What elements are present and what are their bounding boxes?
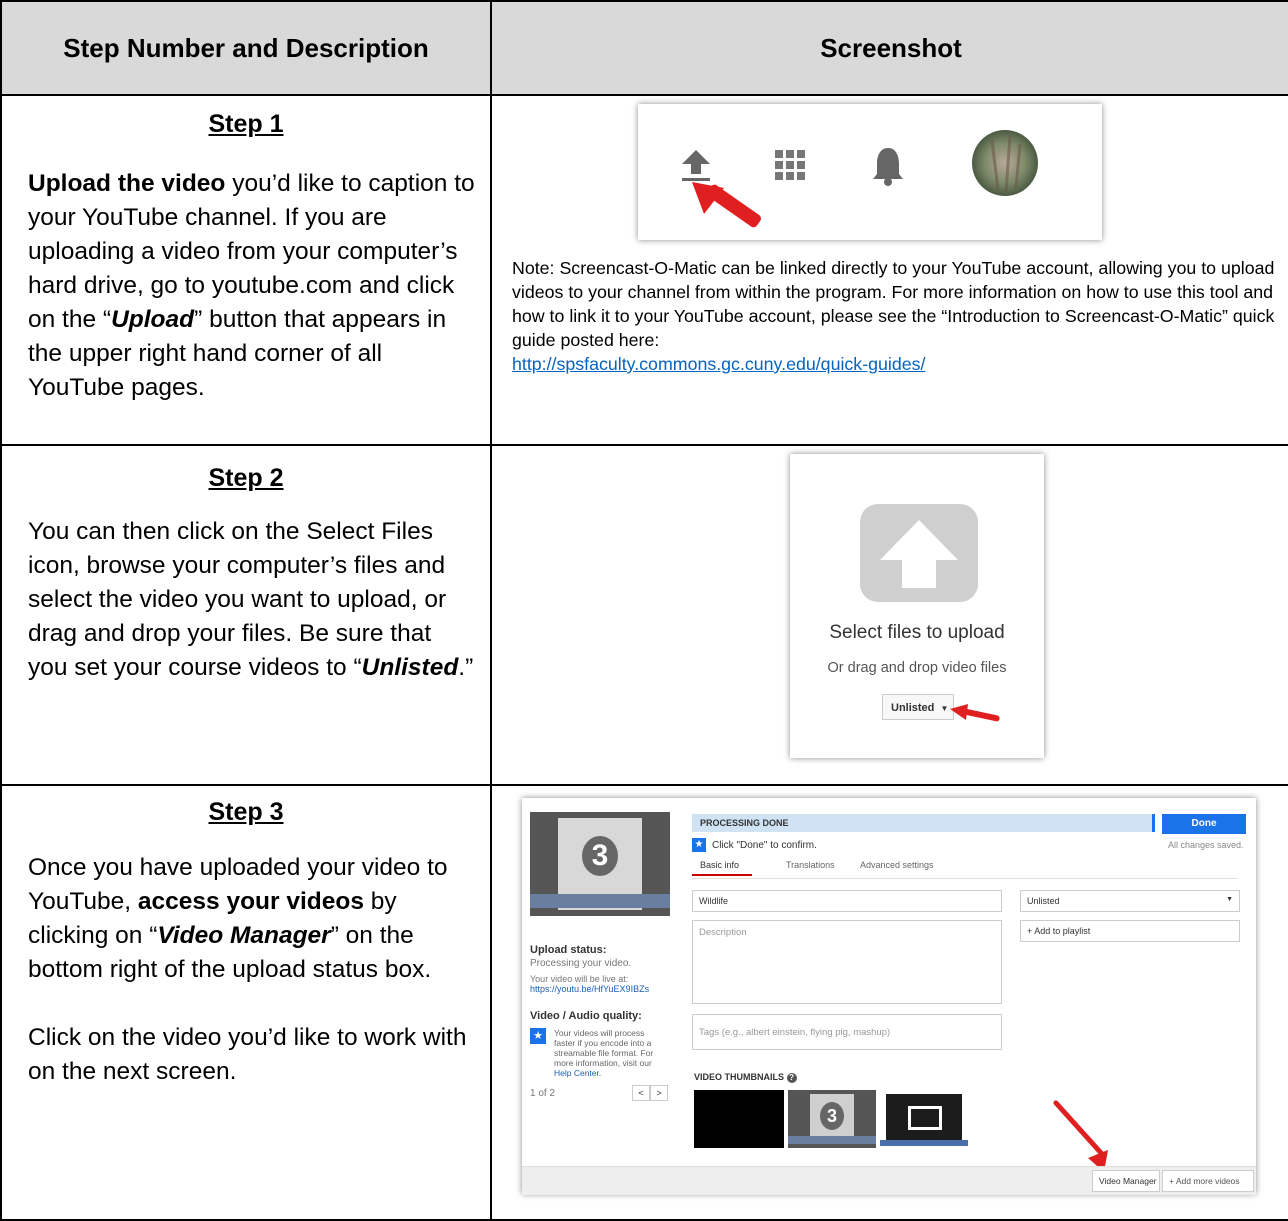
- upload-status-label: Upload status:: [530, 944, 607, 956]
- thumbnail-2-number: 3: [820, 1102, 844, 1130]
- processing-video-text: Processing your video.: [530, 958, 632, 969]
- step1-note: Note: Screencast-O-Matic can be linked d…: [492, 256, 1288, 376]
- thumbnail-3[interactable]: [880, 1090, 968, 1148]
- step1-title: Step 1: [208, 110, 284, 138]
- step1-row: Step 1 Upload the video you’d like to ca…: [0, 94, 1288, 446]
- bell-icon[interactable]: [872, 146, 904, 186]
- tags-placeholder: Tags (e.g., albert einstein, flying pig,…: [699, 1027, 891, 1038]
- header-col-screenshot: Screenshot: [490, 0, 1288, 96]
- help-icon[interactable]: ?: [786, 1073, 797, 1083]
- avatar[interactable]: [972, 130, 1038, 196]
- video-preview: 3: [530, 812, 670, 916]
- step1-description: Upload the video you’d like to caption t…: [2, 167, 490, 405]
- privacy-dropdown[interactable]: Unlisted ▼: [882, 694, 954, 720]
- add-more-videos-label: + Add more videos: [1169, 1176, 1240, 1186]
- title-field-value: Wildlife: [699, 896, 729, 906]
- done-button[interactable]: Done: [1162, 814, 1246, 834]
- tab-basic-info[interactable]: Basic info: [700, 860, 739, 870]
- title-field[interactable]: Wildlife: [692, 890, 1002, 912]
- add-to-playlist-button[interactable]: + Add to playlist: [1020, 920, 1240, 942]
- thumbnail-1[interactable]: [694, 1090, 784, 1148]
- step3-row: Step 3 Once you have uploaded your video…: [0, 784, 1288, 1221]
- thumbnails-label-text: VIDEO THUMBNAILS: [694, 1072, 784, 1082]
- red-arrow-head: [692, 182, 724, 214]
- drag-drop-text: Or drag and drop video files: [827, 660, 1007, 676]
- chevron-down-icon: ▼: [1226, 896, 1233, 903]
- step1-description-cell: Step 1 Upload the video you’d like to ca…: [0, 94, 492, 446]
- description-placeholder: Description: [699, 927, 747, 938]
- processing-done-label: PROCESSING DONE: [700, 818, 789, 828]
- step3-screenshot-cell: 3 Upload status: Processing your video. …: [490, 784, 1288, 1221]
- step2-desc-unlisted: Unlisted: [361, 654, 459, 681]
- step2-desc-b: .”: [458, 654, 474, 681]
- next-page-button[interactable]: >: [650, 1085, 668, 1101]
- live-at-text: Your video will be live at:: [530, 974, 629, 984]
- add-to-playlist-label: + Add to playlist: [1027, 926, 1091, 936]
- step1-desc-bold: Upload the video: [28, 170, 226, 197]
- add-more-videos-button[interactable]: + Add more videos: [1162, 1170, 1254, 1192]
- quality-label: Video / Audio quality:: [530, 1010, 642, 1022]
- tab-advanced-settings[interactable]: Advanced settings: [860, 860, 934, 870]
- youtube-toolbar-screenshot: [638, 104, 1102, 240]
- star-icon: ★: [692, 838, 706, 852]
- help-center-link[interactable]: Help Center.: [554, 1068, 601, 1078]
- video-manager-button[interactable]: Video Manager: [1092, 1170, 1160, 1192]
- privacy-select-value: Unlisted: [1027, 896, 1060, 906]
- chevron-down-icon: ▼: [940, 704, 949, 713]
- video-preview-number: 3: [582, 836, 618, 876]
- select-files-upload-icon[interactable]: [860, 504, 978, 602]
- step3-description-2: Click on the video you’d like to work wi…: [28, 1024, 467, 1085]
- video-manager-label: Video Manager: [1099, 1176, 1157, 1186]
- step1-note-text: Note: Screencast-O-Matic can be linked d…: [512, 258, 1275, 350]
- red-arrow-head: [950, 704, 968, 720]
- upload-status-screenshot: 3 Upload status: Processing your video. …: [522, 798, 1256, 1195]
- step3-description-cell: Step 3 Once you have uploaded your video…: [0, 784, 492, 1221]
- header-row: Step Number and Description Screenshot: [0, 0, 1288, 96]
- quality-note-text: Your videos will process faster if you e…: [554, 1028, 654, 1068]
- step3-desc-bold: access your videos: [137, 888, 364, 915]
- step2-title: Step 2: [208, 464, 284, 492]
- step2-description: You can then click on the Select Files i…: [2, 515, 490, 685]
- step2-row: Step 2 You can then click on the Select …: [0, 444, 1288, 786]
- step3-desc-vm: Video Manager: [157, 922, 331, 949]
- privacy-dropdown-label: Unlisted: [891, 702, 935, 714]
- step2-screenshot-cell: Select files to upload Or drag and drop …: [490, 444, 1288, 786]
- apps-grid-icon[interactable]: [775, 150, 805, 180]
- tabs-divider: [692, 878, 1238, 879]
- step3-description: Once you have uploaded your video to You…: [2, 851, 490, 987]
- step3-title: Step 3: [208, 798, 284, 826]
- prev-page-button[interactable]: <: [632, 1085, 650, 1101]
- confirm-text: Click "Done" to confirm.: [712, 840, 817, 851]
- header-col-description: Step Number and Description: [0, 0, 492, 96]
- tags-field[interactable]: Tags (e.g., albert einstein, flying pig,…: [692, 1014, 1002, 1050]
- upload-icon[interactable]: [680, 148, 712, 182]
- select-files-title: Select files to upload: [829, 622, 1005, 643]
- quality-note: Your videos will process faster if you e…: [554, 1028, 664, 1078]
- guide-table: Step Number and Description Screenshot S…: [0, 0, 1288, 1221]
- tab-translations[interactable]: Translations: [786, 860, 835, 870]
- step1-screenshot-cell: Note: Screencast-O-Matic can be linked d…: [490, 94, 1288, 446]
- active-tab-indicator: [692, 874, 752, 876]
- upload-dialog-screenshot: Select files to upload Or drag and drop …: [790, 454, 1044, 758]
- pager-label: 1 of 2: [530, 1088, 556, 1099]
- saved-text: All changes saved.: [1168, 840, 1244, 850]
- quick-guides-link[interactable]: http://spsfaculty.commons.gc.cuny.edu/qu…: [512, 354, 925, 374]
- star-icon: ★: [530, 1028, 546, 1044]
- video-url-link[interactable]: https://youtu.be/HfYuEX9IBZs: [530, 984, 649, 994]
- processing-bar: PROCESSING DONE: [692, 814, 1155, 832]
- description-field[interactable]: Description: [692, 920, 1002, 1004]
- thumbnails-label: VIDEO THUMBNAILS ?: [694, 1072, 797, 1083]
- step1-desc-upload: Upload: [111, 306, 195, 333]
- step2-description-cell: Step 2 You can then click on the Select …: [0, 444, 492, 786]
- thumbnail-2[interactable]: 3: [788, 1090, 876, 1148]
- privacy-select[interactable]: Unlisted ▼: [1020, 890, 1240, 912]
